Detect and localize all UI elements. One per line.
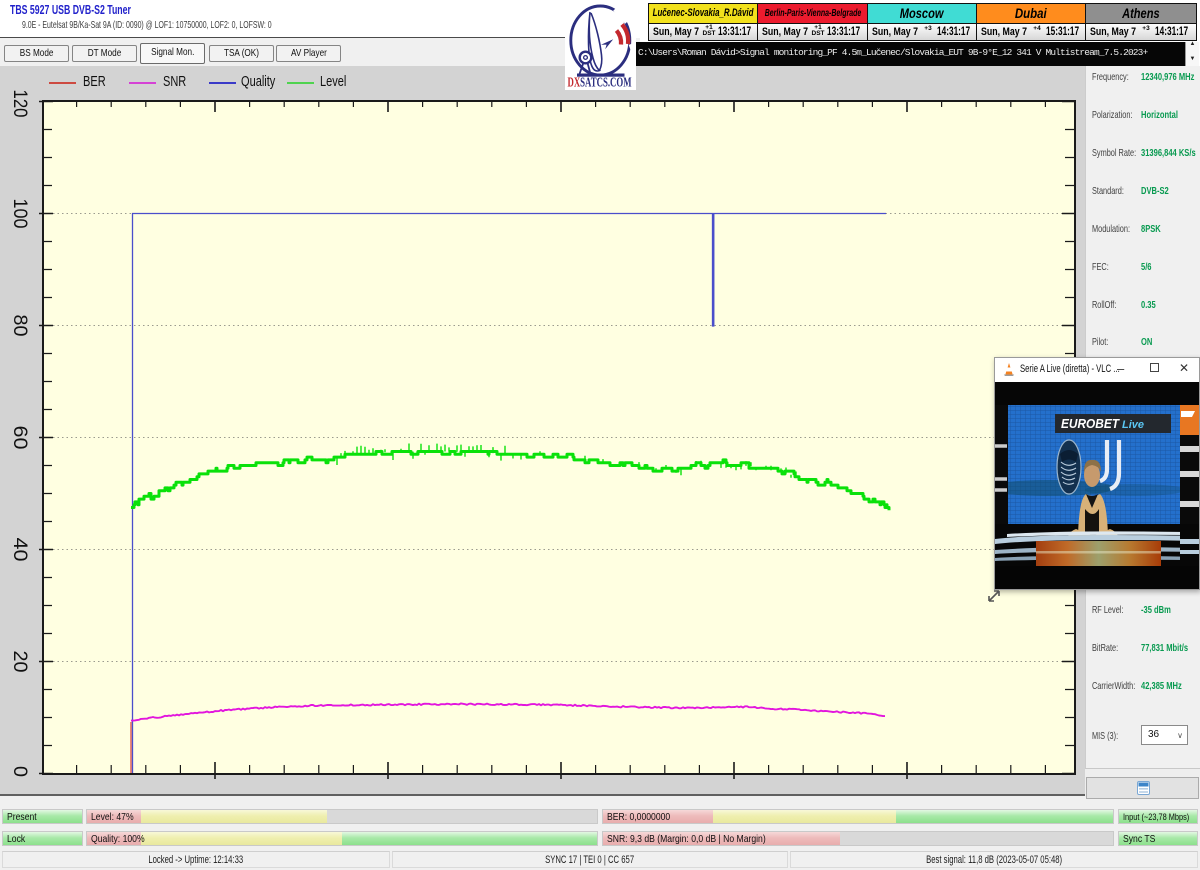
svg-text:0: 0 bbox=[9, 766, 31, 777]
svg-text:Live: Live bbox=[1122, 419, 1144, 431]
svg-text:60: 60 bbox=[9, 426, 31, 450]
svg-text:DXSATCS.COM: DXSATCS.COM bbox=[568, 75, 632, 90]
svg-text:80: 80 bbox=[9, 315, 31, 337]
svg-text:EUROBET: EUROBET bbox=[1061, 417, 1120, 431]
svg-text:40: 40 bbox=[9, 538, 31, 562]
svg-text:20: 20 bbox=[9, 651, 31, 673]
svg-text:120: 120 bbox=[9, 90, 31, 118]
svg-text:100: 100 bbox=[9, 199, 31, 229]
